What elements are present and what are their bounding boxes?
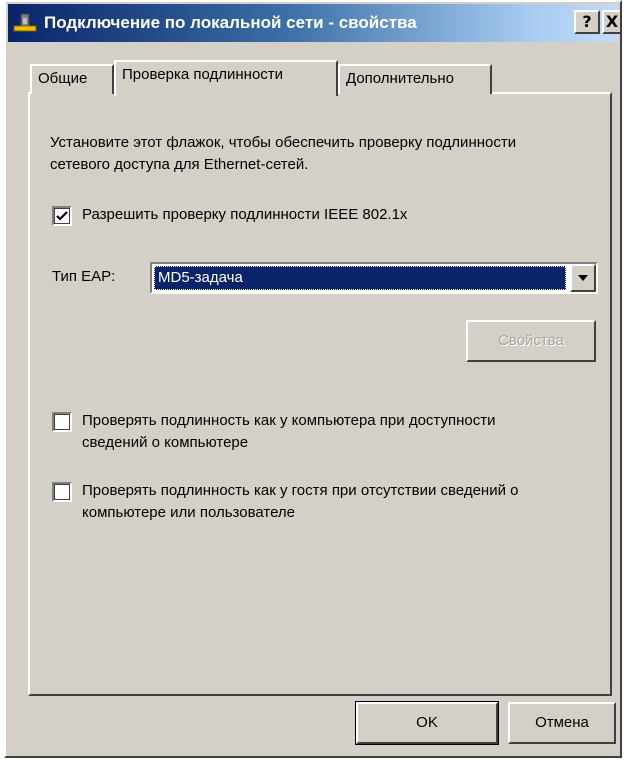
window-title: Подключение по локальной сети - свойства bbox=[44, 13, 417, 32]
ok-button[interactable]: OK bbox=[355, 701, 499, 745]
guest-auth-checkbox[interactable] bbox=[52, 482, 72, 502]
help-button[interactable]: ? bbox=[574, 10, 600, 34]
computer-auth-checkbox[interactable] bbox=[52, 412, 72, 432]
dropdown-button[interactable] bbox=[570, 264, 596, 292]
tab-general[interactable]: Общие bbox=[30, 64, 114, 94]
enable-8021x-label[interactable]: Разрешить проверку подлинности IEEE 802.… bbox=[82, 204, 407, 226]
tab-authentication[interactable]: Проверка подлинности bbox=[114, 60, 338, 96]
tab-advanced[interactable]: Дополнительно bbox=[338, 64, 492, 94]
checkmark-icon bbox=[56, 211, 68, 221]
eap-type-label: Тип EAP: bbox=[52, 268, 116, 285]
eap-type-value[interactable]: MD5-задача bbox=[154, 266, 566, 290]
cancel-button[interactable]: Отмена bbox=[508, 702, 616, 744]
eap-type-select[interactable]: MD5-задача bbox=[150, 262, 598, 294]
enable-8021x-checkbox[interactable] bbox=[52, 206, 72, 226]
title-bar[interactable]: Подключение по локальной сети - свойства… bbox=[8, 4, 620, 42]
tab-panel bbox=[28, 92, 612, 696]
network-connection-icon bbox=[12, 10, 38, 36]
guest-auth-label[interactable]: Проверять подлинность как у гостя при от… bbox=[82, 480, 562, 524]
close-button[interactable]: X bbox=[602, 10, 620, 34]
description-text: Установите этот флажок, чтобы обеспечить… bbox=[50, 134, 517, 173]
properties-dialog: Подключение по локальной сети - свойства… bbox=[4, 0, 622, 758]
chevron-down-icon bbox=[578, 275, 588, 281]
computer-auth-label[interactable]: Проверять подлинность как у компьютера п… bbox=[82, 410, 562, 454]
properties-button[interactable]: Свойства bbox=[466, 320, 596, 362]
